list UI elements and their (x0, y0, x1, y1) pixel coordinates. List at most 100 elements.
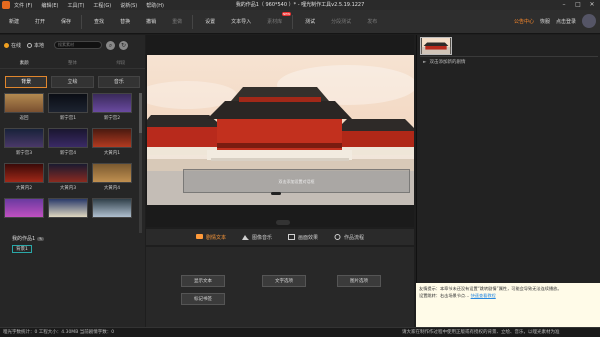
add-scene-row[interactable]: ► 双击添加新的剧情 (423, 59, 465, 65)
search-input[interactable]: 搜素素材 (54, 41, 103, 49)
asset-thumbnail[interactable]: 返回 (4, 93, 44, 121)
search-icon[interactable]: ⌕ (106, 40, 116, 50)
status-stats: 哩光字数统计：0 工程大小：4.30MB 当前剧情字数：0 (3, 330, 115, 335)
asset-thumbnail[interactable]: 新宁宫3 (4, 128, 44, 156)
status-bar: 哩光字数统计：0 工程大小：4.30MB 当前剧情字数：0 请大家在制作作过程中… (0, 327, 600, 337)
segment-test-button[interactable]: 分段测试 (328, 16, 354, 27)
tab-overall[interactable]: 整体 (48, 59, 97, 69)
save-button[interactable]: 保存 (58, 16, 74, 27)
tip-box: 友情提示：本章节未还没有设置“跳转剧情”属性，可能会导致无法连续播放。 设置跳转… (416, 283, 600, 327)
tab-background[interactable]: 背景 (5, 76, 48, 88)
account-area: 公告中心 恢服 点击登录 (508, 14, 596, 28)
scrollbar-thumb[interactable] (139, 93, 142, 133)
online-radio[interactable] (4, 42, 9, 48)
text-options-button[interactable]: 文字选项 (262, 275, 306, 287)
menu-help[interactable]: 帮助(H) (146, 2, 164, 9)
dialog-textbox[interactable]: 双击添加设置对话框 (183, 169, 410, 193)
maximize-icon[interactable]: □ (573, 1, 583, 9)
online-label: 在线 (11, 42, 22, 49)
asset-thumbnail[interactable]: 大黄内2 (4, 163, 44, 191)
scene-thumbnail[interactable] (420, 37, 452, 55)
asset-thumbnail[interactable]: 大黄内4 (92, 163, 132, 191)
tutorial-link[interactable]: 快速查看教程 (471, 293, 496, 298)
toolbar-divider (81, 14, 83, 29)
close-icon[interactable]: ✕ (587, 1, 597, 9)
project-tree-title: 我的作品1 ✎ (12, 235, 45, 242)
tab-image-music[interactable]: 图像音乐 (241, 234, 272, 241)
rename-icon[interactable]: ✎ (37, 237, 45, 241)
publish-button[interactable]: 发布 (364, 16, 380, 27)
action-panel: 显示文本 文字选项 图片选项 标记书签 (146, 247, 414, 327)
asset-thumbnail[interactable]: 新宁宫4 (48, 128, 88, 156)
thumbnail-caption: 新宁宫4 (59, 151, 77, 156)
import-text-button[interactable]: 文本导入 (228, 16, 254, 27)
find-button[interactable]: 查找 (91, 16, 107, 27)
chat-icon (195, 234, 203, 239)
undo-button[interactable]: 撤销 (143, 16, 159, 27)
thumbnail-image (4, 128, 44, 148)
window-controls: – □ ✕ (555, 1, 597, 9)
project-node-background[interactable]: 背景1 (12, 245, 32, 253)
tab-work-flow-label: 作品流程 (344, 234, 365, 241)
new-badge: NEW (282, 12, 292, 16)
stage-preview: 双击添加设置对话框 (146, 35, 414, 227)
thumbnail-caption: 大黄内1 (103, 151, 121, 156)
tab-green[interactable]: 绿段 (96, 59, 145, 69)
test-button[interactable]: 测试 (302, 16, 318, 27)
thumbnail-image (92, 128, 132, 148)
asset-thumbnail[interactable]: 大黄内3 (48, 163, 88, 191)
menu-file[interactable]: 文件 (F) (14, 2, 32, 9)
avatar[interactable] (582, 14, 596, 28)
thumbnail-image (48, 128, 88, 148)
gear-icon (334, 234, 341, 240)
menu-plugins[interactable]: 说新(S) (120, 2, 137, 9)
tab-screen-effect[interactable]: 画面效果 (288, 234, 318, 241)
textbox-resize-handle[interactable] (271, 192, 281, 195)
new-button[interactable]: 新建 (6, 16, 22, 27)
toolbar-divider (192, 14, 194, 29)
vip-link[interactable]: 恢服 (540, 18, 550, 25)
thumbnail-caption: 新宁宫1 (59, 116, 77, 121)
asset-thumbnail[interactable] (4, 198, 44, 218)
asset-thumbnail[interactable]: 新宁宫1 (48, 93, 88, 121)
asset-thumbnail[interactable] (92, 198, 132, 218)
expand-arrow-icon: ► (423, 60, 427, 65)
menu-project[interactable]: 工程(G) (93, 2, 111, 9)
tip-sub: 设置跳转：右击场景节点… (419, 293, 470, 298)
settings-button[interactable]: 设置 (202, 16, 218, 27)
tab-portrait[interactable]: 立绘 (51, 76, 94, 88)
redo-button[interactable]: 重做 (169, 16, 185, 27)
local-radio[interactable] (27, 42, 33, 48)
thumbnail-caption: 新宁宫2 (103, 116, 121, 121)
thumbnail-image (92, 93, 132, 113)
login-link[interactable]: 点击登录 (556, 18, 576, 25)
tab-image-music-label: 图像音乐 (251, 234, 272, 241)
asset-library-button[interactable]: 素材库 NEW (264, 12, 292, 27)
tab-work-flow[interactable]: 作品流程 (334, 234, 364, 241)
asset-thumbnail[interactable]: 大黄内1 (92, 128, 132, 156)
thumbnail-caption: 返回 (19, 116, 29, 121)
menu-edit[interactable]: 编辑(E) (41, 2, 58, 9)
refresh-icon[interactable]: ↻ (119, 40, 129, 50)
tab-plain[interactable]: 素颜 (0, 59, 49, 69)
bookmark-button[interactable]: 标记书签 (181, 293, 225, 305)
announcement-center-link[interactable]: 公告中心 (514, 18, 534, 25)
thumbnail-image (4, 198, 44, 218)
scene-canvas[interactable]: 双击添加设置对话框 (147, 55, 414, 205)
replace-button[interactable]: 替换 (117, 16, 133, 27)
menu-tools[interactable]: 工具(T) (67, 2, 84, 9)
asset-thumbnail[interactable] (48, 198, 88, 218)
minimize-icon[interactable]: – (559, 1, 569, 9)
tab-story-text[interactable]: 剧情文本 (195, 234, 226, 241)
main-toolbar: 新建 打开 保存 查找 替换 撤销 重做 设置 文本导入 素材库 NEW 测试 … (0, 10, 600, 34)
tab-story-text-label: 剧情文本 (205, 234, 226, 241)
preview-scroll-handle[interactable] (276, 220, 290, 225)
show-text-button[interactable]: 显示文本 (181, 275, 225, 287)
tab-music[interactable]: 音乐 (97, 76, 140, 88)
asset-thumbnail[interactable]: 新宁宫2 (92, 93, 132, 121)
image-options-button[interactable]: 图片选项 (337, 275, 381, 287)
title-bar: 文件 (F) 编辑(E) 工具(T) 工程(G) 说新(S) 帮助(H) 我的作… (0, 0, 600, 10)
source-selector: 在线 本地 搜素素材 ⌕ ↻ (4, 39, 144, 51)
open-button[interactable]: 打开 (32, 16, 48, 27)
asset-scrollbar[interactable] (139, 93, 142, 233)
